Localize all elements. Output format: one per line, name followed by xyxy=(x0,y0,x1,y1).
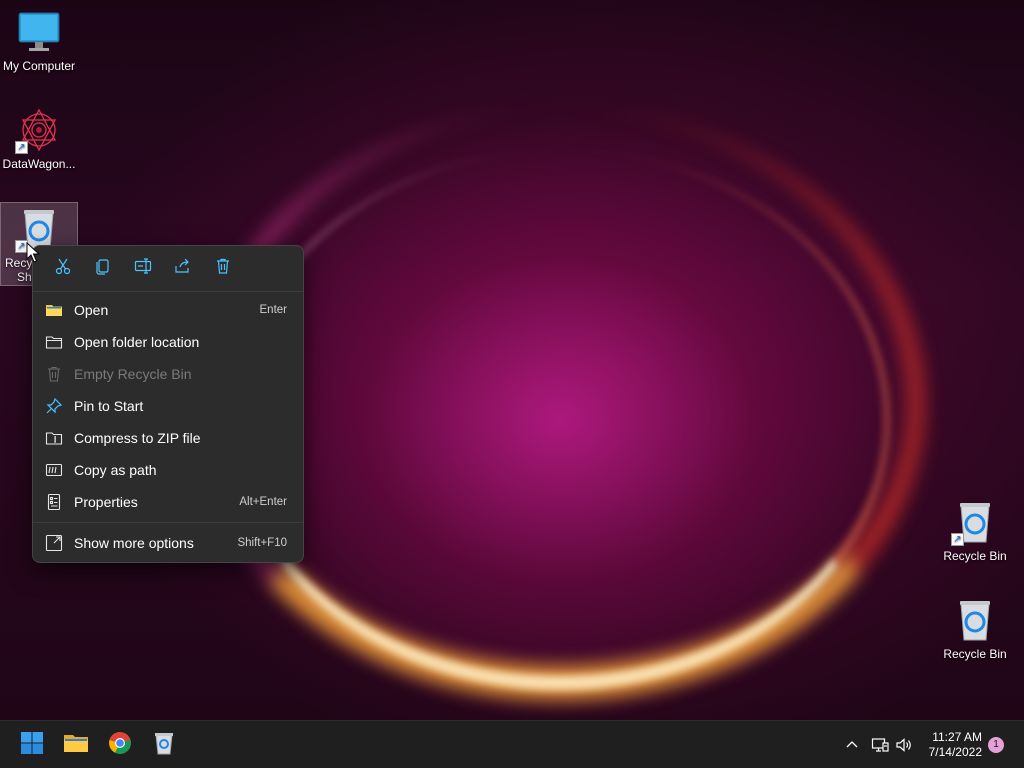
system-clock[interactable]: 11:27 AM 7/14/2022 xyxy=(929,730,982,760)
recycle-bin-shortcut-icon: ↗ xyxy=(951,498,999,546)
volume-icon[interactable] xyxy=(894,735,914,755)
desktop-icon-recycle-bin[interactable]: Recycle Bin xyxy=(936,596,1014,666)
notification-badge[interactable]: 1 xyxy=(988,737,1004,753)
menu-item-label: Show more options xyxy=(74,535,194,551)
show-hidden-icons-chevron-icon[interactable] xyxy=(842,735,862,755)
clock-date: 7/14/2022 xyxy=(928,745,982,759)
menu-item-open-folder-location[interactable]: Open folder location xyxy=(33,326,303,358)
context-menu: Open Enter Open folder location Empty Re… xyxy=(32,245,304,563)
delete-icon xyxy=(214,257,232,280)
shortcut-arrow-icon: ↗ xyxy=(15,141,28,154)
windows-start-icon xyxy=(20,731,44,760)
share-icon xyxy=(174,257,192,280)
chrome-icon xyxy=(108,731,132,760)
start-button[interactable] xyxy=(12,725,52,765)
datawagon-icon: ↗ xyxy=(15,106,63,154)
trash-icon xyxy=(45,365,63,383)
copy-icon xyxy=(94,257,112,280)
wallpaper-glow-ring-inner xyxy=(230,150,890,690)
desktop-icon-datawagon[interactable]: ↗ DataWagon... xyxy=(0,106,78,176)
menu-item-shortcut: Alt+Enter xyxy=(239,496,287,508)
folder-open-icon xyxy=(45,301,63,319)
menu-item-copy-as-path[interactable]: Copy as path xyxy=(33,454,303,486)
share-button[interactable] xyxy=(163,251,203,287)
rename-icon xyxy=(134,257,152,280)
menu-item-compress-zip[interactable]: Compress to ZIP file xyxy=(33,422,303,454)
delete-button[interactable] xyxy=(203,251,243,287)
shortcut-arrow-icon: ↗ xyxy=(951,533,964,546)
zip-icon xyxy=(45,429,63,447)
desktop-icon-label: Recycle Bin xyxy=(943,549,1007,563)
menu-item-shortcut: Enter xyxy=(259,304,288,316)
menu-item-label: Properties xyxy=(74,494,138,510)
folder-icon xyxy=(45,333,63,351)
desktop-icon-label: My Computer xyxy=(2,59,76,73)
menu-separator xyxy=(33,522,303,523)
menu-item-open[interactable]: Open Enter xyxy=(33,294,303,326)
cut-button[interactable] xyxy=(43,251,83,287)
pin-icon xyxy=(45,397,63,415)
file-explorer-taskbar-button[interactable] xyxy=(56,725,96,765)
desktop-icon-my-computer[interactable]: My Computer xyxy=(0,8,78,78)
file-explorer-icon xyxy=(63,731,89,760)
context-menu-list: Open Enter Open folder location Empty Re… xyxy=(33,292,303,559)
chrome-taskbar-button[interactable] xyxy=(100,725,140,765)
menu-item-label: Pin to Start xyxy=(74,398,144,414)
network-icon[interactable] xyxy=(870,735,890,755)
desktop-icon-recycle-bin-shortcut[interactable]: ↗ Recycle Bin xyxy=(936,498,1014,568)
desktop-icon-label: Recycle Bin xyxy=(943,647,1007,661)
taskbar: 11:27 AM 7/14/2022 1 xyxy=(0,720,1024,768)
recycle-bin-icon xyxy=(153,731,175,760)
mouse-cursor-icon xyxy=(26,241,41,269)
menu-item-label: Open folder location xyxy=(74,334,200,350)
menu-item-empty-recycle-bin: Empty Recycle Bin xyxy=(33,358,303,390)
menu-item-show-more-options[interactable]: Show more options Shift+F10 xyxy=(33,527,303,559)
menu-item-label: Compress to ZIP file xyxy=(74,430,201,446)
show-more-icon xyxy=(45,534,63,552)
desktop-icon-label: DataWagon... xyxy=(2,157,76,171)
cut-icon xyxy=(54,257,72,280)
monitor-icon xyxy=(15,8,63,56)
copy-button[interactable] xyxy=(83,251,123,287)
menu-item-label: Empty Recycle Bin xyxy=(74,366,192,382)
menu-item-pin-to-start[interactable]: Pin to Start xyxy=(33,390,303,422)
properties-icon xyxy=(45,493,63,511)
recycle-bin-taskbar-button[interactable] xyxy=(144,725,184,765)
context-menu-quick-actions xyxy=(33,246,303,292)
menu-item-label: Open xyxy=(74,302,109,318)
menu-item-properties[interactable]: Properties Alt+Enter xyxy=(33,486,303,518)
copy-path-icon xyxy=(45,461,63,479)
menu-item-label: Copy as path xyxy=(74,462,157,478)
clock-time: 11:27 AM xyxy=(932,730,982,744)
menu-item-shortcut: Shift+F10 xyxy=(237,537,287,549)
recycle-bin-icon xyxy=(951,596,999,644)
rename-button[interactable] xyxy=(123,251,163,287)
